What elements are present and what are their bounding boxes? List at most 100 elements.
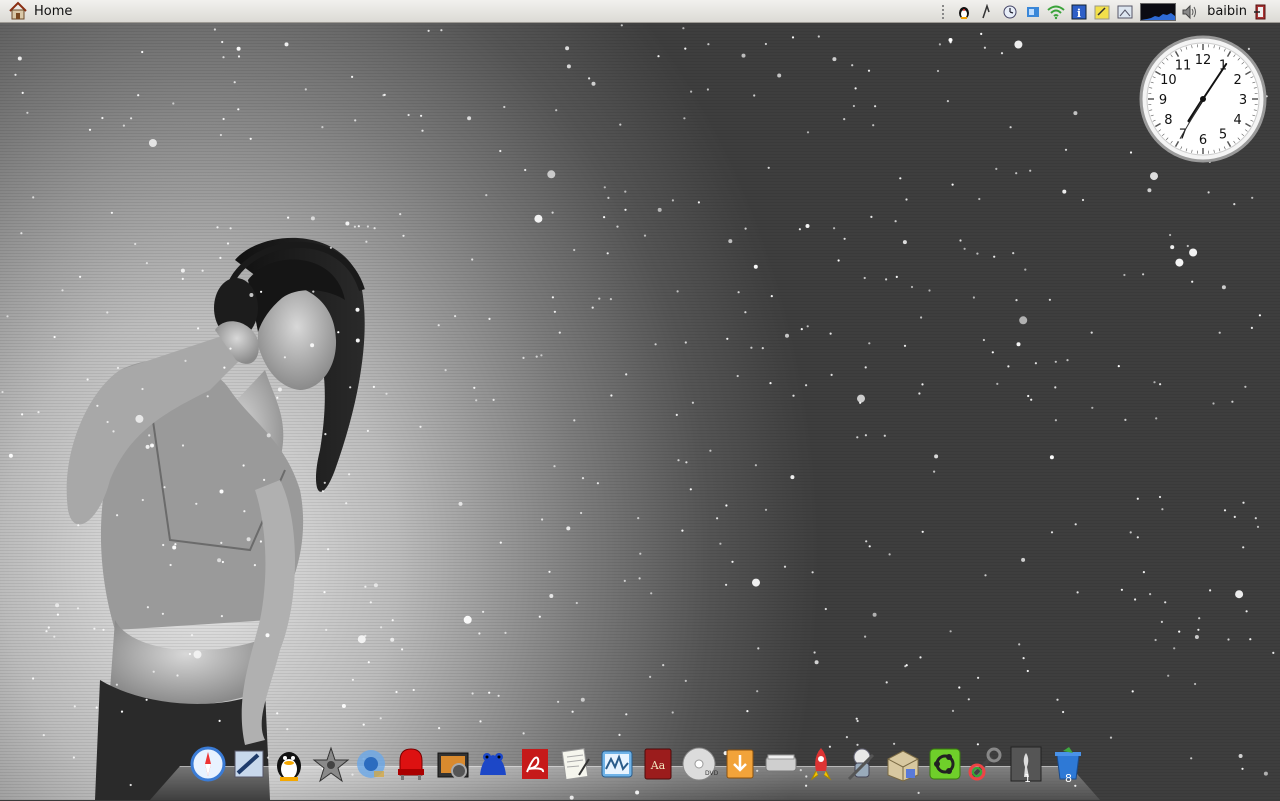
snowflake xyxy=(851,64,853,66)
dock-item[interactable]: DVD xyxy=(679,744,719,784)
screenshot-icon[interactable] xyxy=(1116,3,1134,21)
clock-numeral: 9 xyxy=(1159,93,1167,108)
dock-item[interactable]: Aa xyxy=(638,744,678,784)
snowflake xyxy=(1123,274,1125,276)
snowflake xyxy=(1241,768,1243,770)
snowflake xyxy=(55,603,59,607)
network-tool-icon[interactable] xyxy=(978,3,996,21)
snowflake xyxy=(1077,591,1079,593)
snowflake xyxy=(1073,111,1077,115)
snowflake xyxy=(625,373,627,375)
snowflake xyxy=(116,684,118,686)
snowflake xyxy=(1155,639,1157,641)
dock-item[interactable] xyxy=(965,744,1005,784)
snowflake xyxy=(214,28,216,30)
snowflake xyxy=(698,201,700,203)
window-list-icon[interactable] xyxy=(1024,3,1042,21)
dock-item[interactable] xyxy=(269,744,309,784)
snowflake xyxy=(807,131,809,133)
home-launcher[interactable]: Home xyxy=(0,0,72,23)
dock-item[interactable] xyxy=(597,744,637,784)
snowflake xyxy=(286,728,288,730)
snowflake xyxy=(756,690,758,692)
snowflake xyxy=(1249,638,1251,640)
snowflake xyxy=(1050,455,1054,459)
dictionary-icon: Aa xyxy=(639,745,677,783)
snowflake xyxy=(719,543,721,545)
snowflake xyxy=(312,291,314,293)
snowflake xyxy=(752,579,760,587)
dock-item[interactable] xyxy=(188,744,228,784)
dock-item[interactable] xyxy=(229,744,269,784)
dock-item[interactable] xyxy=(556,744,596,784)
snowflake xyxy=(725,504,727,506)
dock-item[interactable] xyxy=(311,744,351,784)
snowflake xyxy=(973,296,975,298)
snowflake xyxy=(964,248,966,250)
snowflake xyxy=(250,138,252,140)
snowflake xyxy=(9,454,13,458)
snowflake xyxy=(856,718,858,720)
logout-icon[interactable] xyxy=(1252,3,1270,21)
snowflake xyxy=(806,224,810,228)
snowflake xyxy=(677,459,679,461)
qq-penguin-icon[interactable] xyxy=(955,3,973,21)
snowflake xyxy=(147,606,149,608)
dock-item[interactable] xyxy=(473,744,513,784)
snowflake xyxy=(6,315,8,317)
snowflake xyxy=(921,383,923,385)
snowflake xyxy=(1159,383,1161,385)
snowflake xyxy=(287,217,289,219)
snowflake xyxy=(428,30,430,32)
tray-handle[interactable] xyxy=(942,5,948,19)
snowflake xyxy=(731,561,733,563)
snowflake xyxy=(738,291,740,293)
dock-item[interactable] xyxy=(433,744,473,784)
dock-item[interactable] xyxy=(925,744,965,784)
dock-item[interactable] xyxy=(351,744,391,784)
snowflake xyxy=(216,226,218,228)
snowflake xyxy=(1049,299,1051,301)
snowflake xyxy=(950,41,952,43)
dock-item[interactable] xyxy=(515,744,555,784)
snowflake xyxy=(243,464,245,466)
snowflake xyxy=(223,367,225,369)
dock-item[interactable] xyxy=(391,744,431,784)
snowflake xyxy=(247,537,251,541)
snowflake xyxy=(920,316,922,318)
snowflake xyxy=(322,490,324,492)
snowflake xyxy=(1170,245,1174,249)
snowflake xyxy=(148,434,150,436)
snowflake xyxy=(833,227,835,229)
dock-item[interactable] xyxy=(761,744,801,784)
snowflake xyxy=(937,70,939,72)
snowflake xyxy=(1167,675,1169,677)
snowflake xyxy=(478,632,480,634)
snowflake xyxy=(438,727,440,729)
snowflake xyxy=(324,482,326,484)
snowflake xyxy=(1234,516,1236,518)
snowflake xyxy=(1132,690,1134,692)
dock-item[interactable] xyxy=(842,744,882,784)
snowflake xyxy=(896,276,898,278)
wifi-icon[interactable] xyxy=(1047,3,1065,21)
snowflake xyxy=(709,450,711,452)
dock-item[interactable] xyxy=(801,744,841,784)
volume-icon[interactable] xyxy=(1181,3,1199,21)
snowflake xyxy=(399,213,401,215)
snowflake xyxy=(1194,683,1196,685)
dock-item[interactable] xyxy=(720,744,760,784)
snowflake xyxy=(1029,170,1031,172)
snowflake xyxy=(1227,638,1229,640)
user-name-label[interactable]: baibin xyxy=(1207,4,1247,19)
snowflake xyxy=(482,611,484,613)
system-monitor-graph[interactable] xyxy=(1140,3,1176,21)
clock-applet-icon[interactable] xyxy=(1001,3,1019,21)
snowflake xyxy=(401,648,403,650)
info-icon[interactable]: i xyxy=(1070,3,1088,21)
notes-icon[interactable] xyxy=(1093,3,1111,21)
snowflake xyxy=(1014,41,1022,49)
dock-item[interactable] xyxy=(883,744,923,784)
snowflake xyxy=(884,435,886,437)
snowflake xyxy=(1235,590,1243,598)
